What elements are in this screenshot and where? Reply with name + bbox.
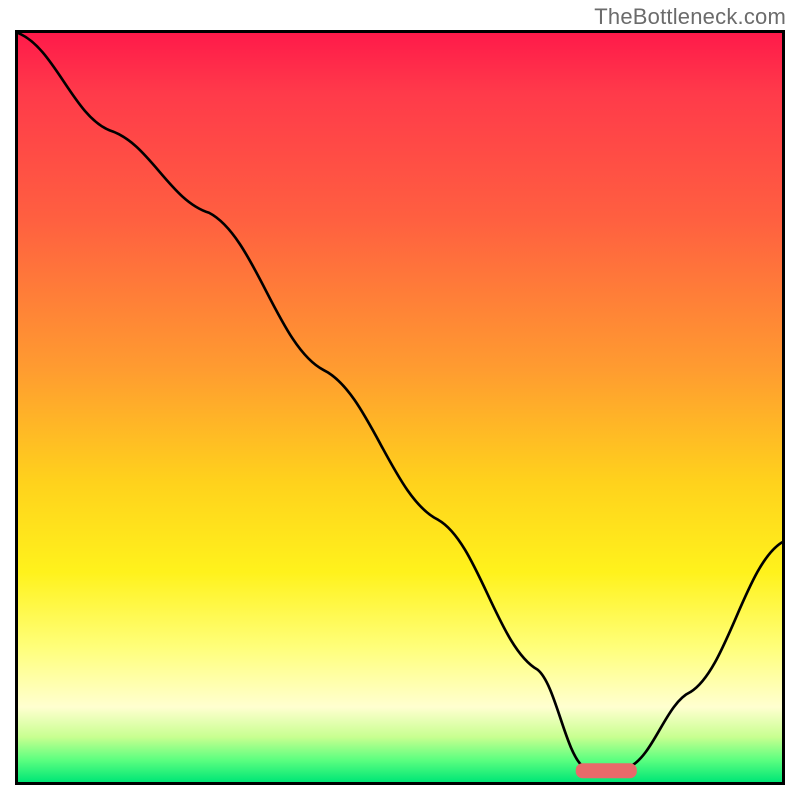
optimal-zone-marker [576, 763, 637, 778]
chart-root: TheBottleneck.com [0, 0, 800, 800]
watermark-text: TheBottleneck.com [594, 4, 786, 30]
plot-frame [15, 30, 785, 785]
bottleneck-curve [18, 33, 782, 767]
plot-svg [18, 33, 782, 782]
